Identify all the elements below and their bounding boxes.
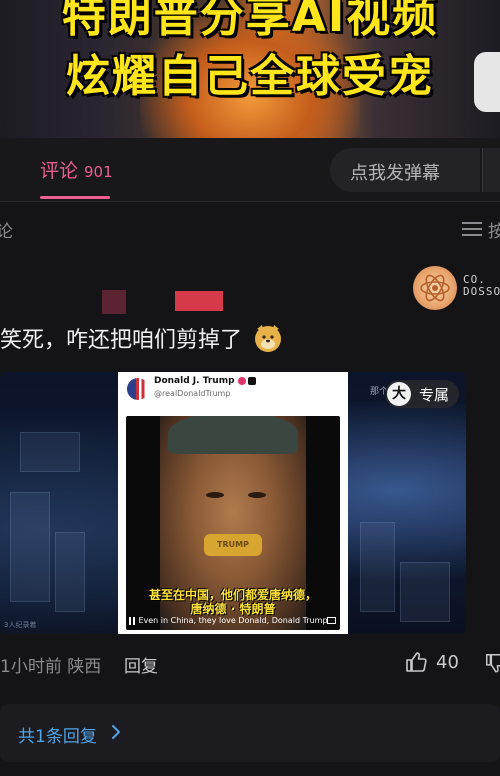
- tab-active-indicator: [40, 196, 110, 199]
- gold-teeth: TRUMP: [204, 534, 262, 556]
- redacted-level-badge: [175, 291, 223, 311]
- comment-time-location: 1小时前 陕西: [0, 657, 102, 677]
- reply-button[interactable]: 回复: [124, 652, 158, 677]
- atom-emblem-icon: [420, 274, 450, 302]
- city-building: [360, 522, 395, 612]
- tab-comments-count: 901: [84, 163, 113, 181]
- more-icon: [247, 376, 256, 385]
- comment-text: 笑死，咋还把咱们剪掉了: [0, 322, 283, 354]
- video-player[interactable]: 特朗普分享AI视频 炫耀自己全球受宠: [0, 0, 500, 138]
- city-building: [20, 432, 80, 472]
- tweet-handle: @realDonaldTrump: [154, 389, 231, 398]
- tweet-author-name: Donald J. Trump: [154, 376, 256, 386]
- view-replies-label: 共1条回复: [18, 727, 97, 747]
- subtitle-en: Even in China, they love Donald, Donald …: [138, 616, 328, 625]
- tab-bar: 评论 901 点我发弹幕: [0, 138, 500, 202]
- fullscreen-icon: [327, 617, 336, 624]
- pause-icon: [129, 617, 135, 625]
- tweet-card: Donald J. Trump @realDonaldTrump TRUMP 甚…: [118, 372, 348, 634]
- tab-comments-label: 评论: [40, 160, 79, 182]
- view-replies-bar[interactable]: 共1条回复: [0, 704, 500, 762]
- comment-sort-row: 论 按: [0, 203, 500, 253]
- tab-comments[interactable]: 评论 901: [40, 156, 113, 183]
- verified-badge-icon: [237, 376, 246, 385]
- doge-emoji-icon: [255, 325, 282, 352]
- danmaku-input[interactable]: 点我发弹幕: [330, 148, 480, 192]
- eye: [206, 492, 224, 498]
- sort-left-label: 论: [0, 222, 13, 242]
- like-count: 40: [436, 652, 459, 673]
- eye: [248, 492, 266, 498]
- chevron-right-icon: [112, 725, 120, 739]
- danmaku-toggle-button[interactable]: [482, 148, 500, 192]
- comment-image[interactable]: 3人纪录着 Donald J. Trump @realDonaldTrump T…: [0, 372, 466, 634]
- video-title-line-2: 炫耀自己全球受宠: [66, 51, 434, 102]
- avatar[interactable]: [413, 266, 457, 310]
- sort-option-label[interactable]: 按: [488, 217, 500, 242]
- sort-list-icon[interactable]: [462, 222, 482, 236]
- floating-side-button[interactable]: [474, 52, 500, 112]
- city-building: [55, 532, 85, 612]
- thumbs-up-icon[interactable]: [404, 650, 428, 674]
- hat-shape: [168, 416, 298, 454]
- city-building: [10, 492, 50, 602]
- thumbs-down-icon[interactable]: [484, 652, 500, 674]
- user-badge-text: CO. DOSSO: [463, 273, 500, 298]
- redacted-username-block: [102, 290, 126, 314]
- exclusive-badge-icon: 大: [387, 382, 411, 406]
- exclusive-badge[interactable]: 大 专属: [385, 380, 459, 408]
- tweet-avatar: [127, 378, 149, 400]
- image-watermark: 3人纪录着: [4, 621, 37, 629]
- subtitle-cn-2: 唐纳德 · 特朗普: [190, 602, 276, 616]
- exclusive-badge-label: 专属: [419, 386, 450, 404]
- video-title-line-1: 特朗普分享AI视频: [61, 0, 439, 42]
- tweet-video: TRUMP 甚至在中国，他们都爱唐纳德， 唐纳德 · 特朗普 Even in C…: [126, 416, 340, 630]
- city-building: [400, 562, 450, 622]
